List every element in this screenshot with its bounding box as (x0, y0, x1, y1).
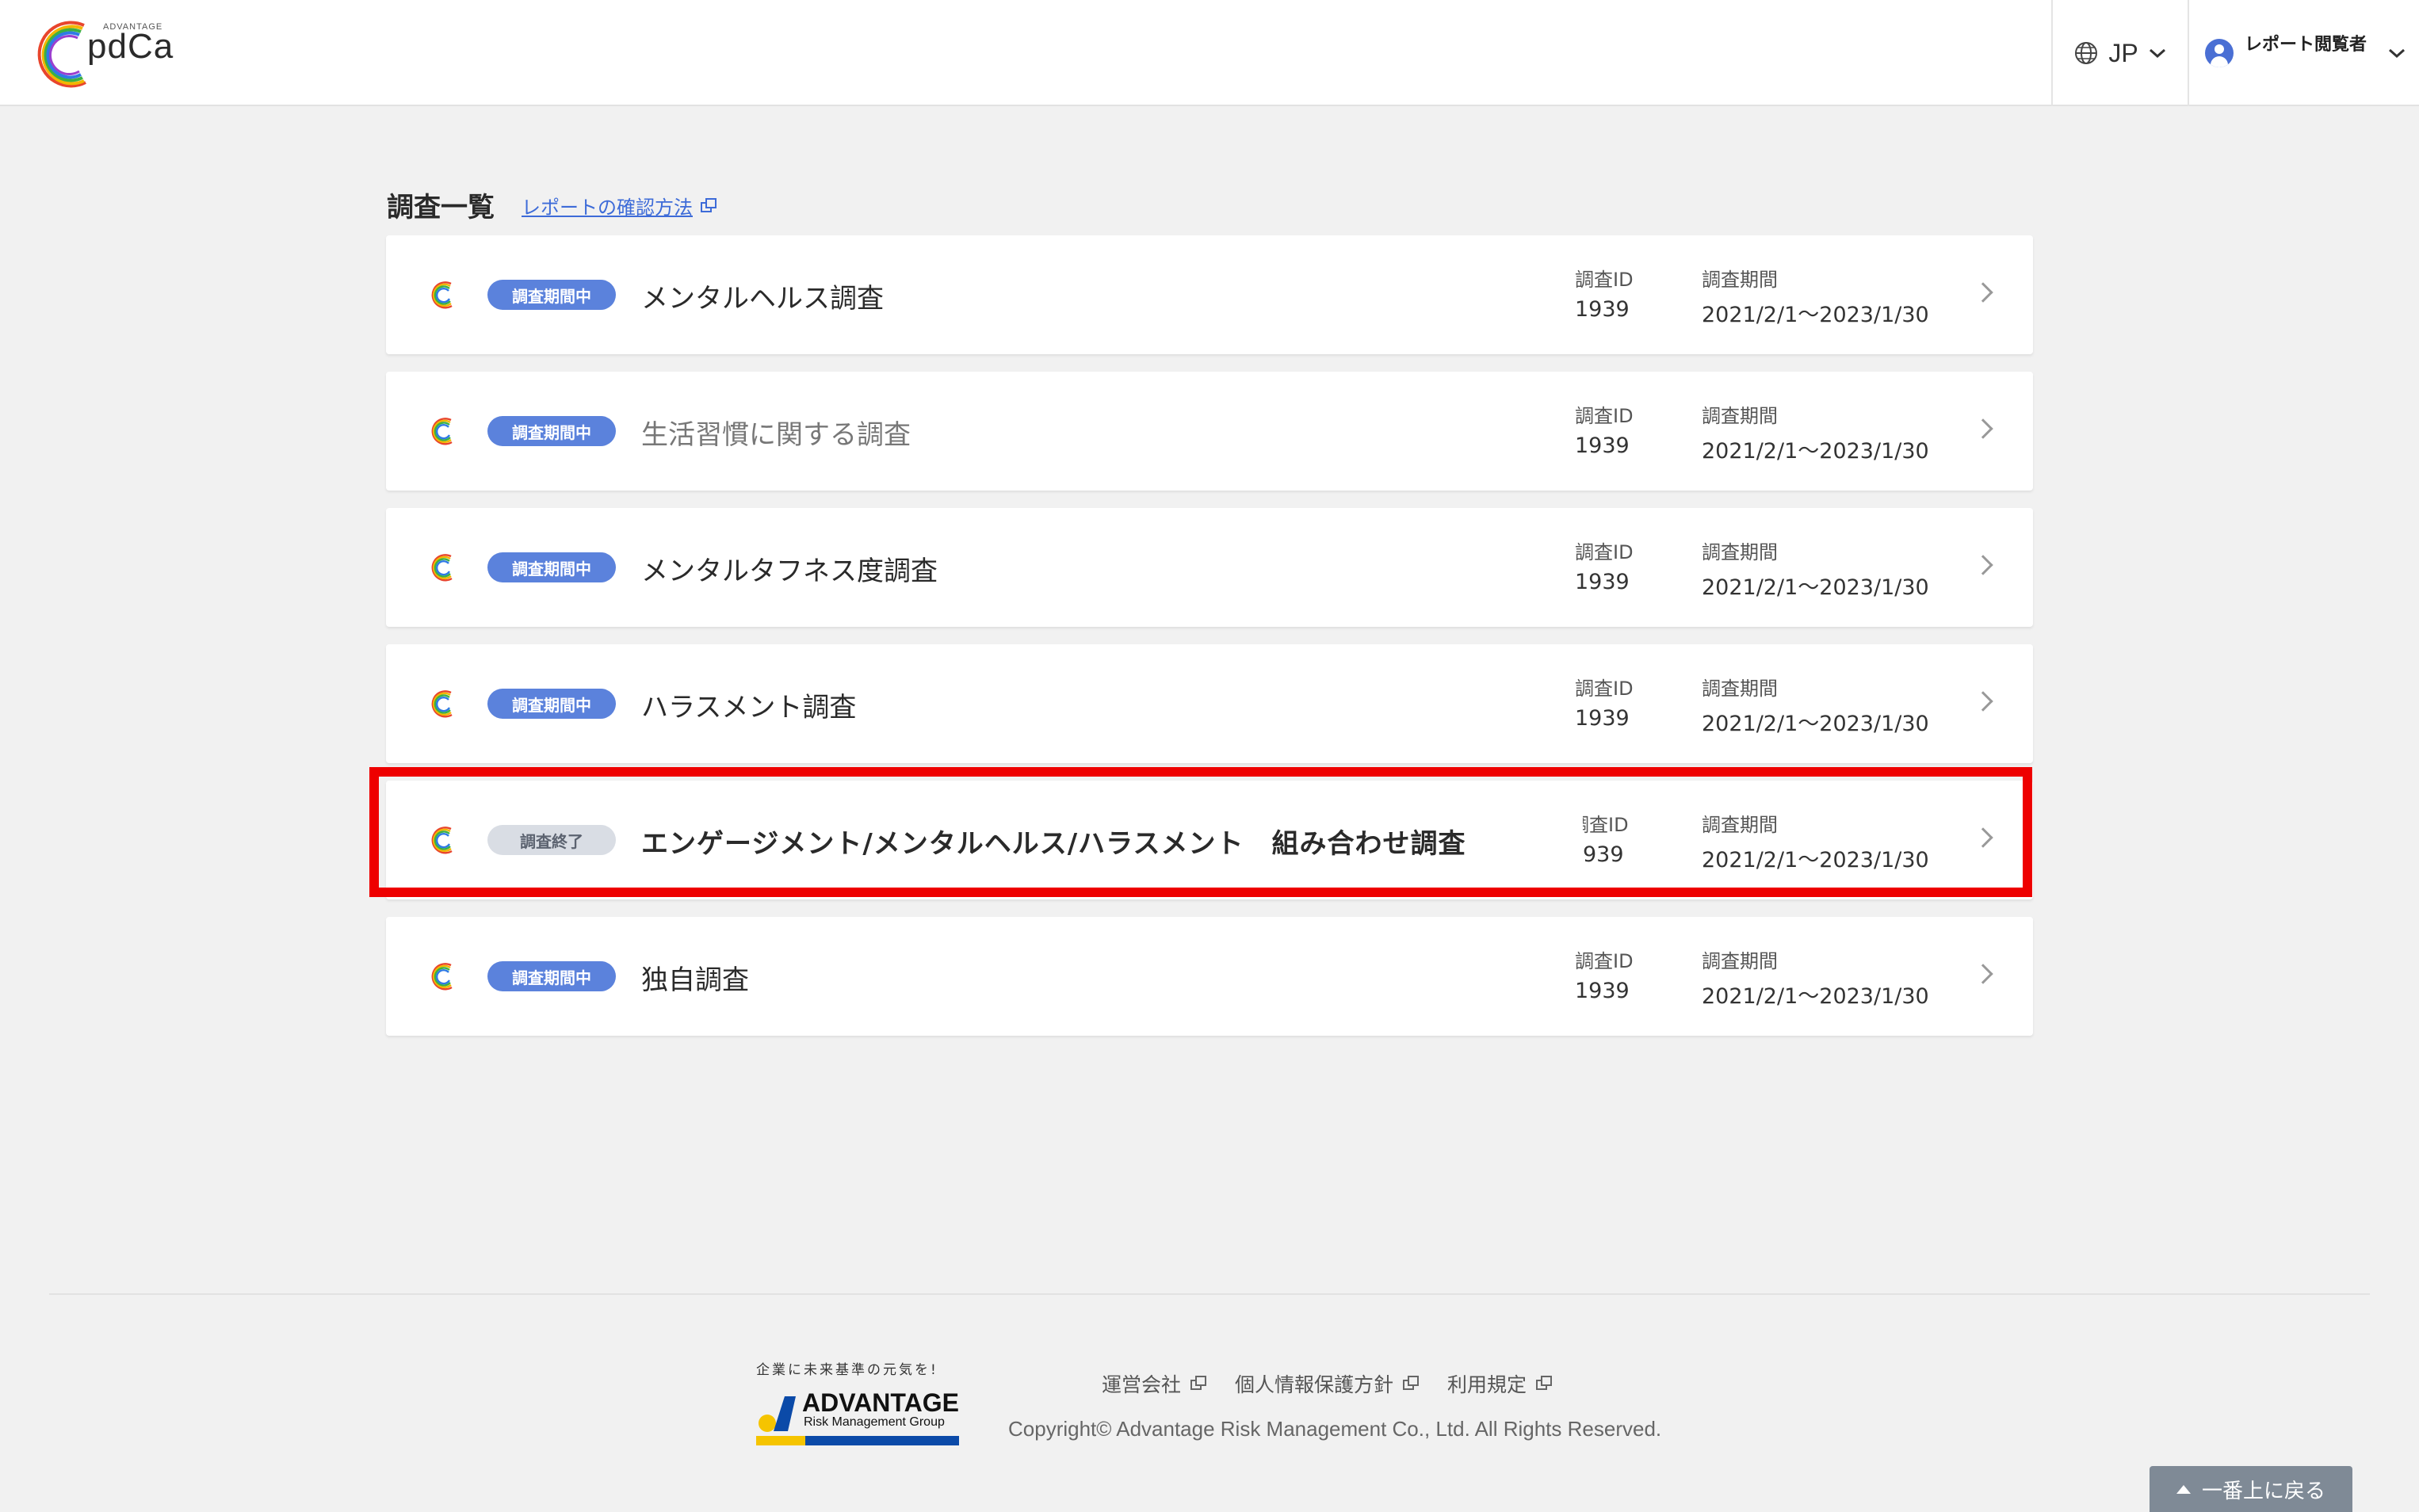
chevron-right-icon (1973, 691, 1993, 712)
survey-card[interactable]: 調査期間中 生活習慣に関する調査 調査ID 1939 調査期間 2021/2/1… (386, 372, 2033, 491)
survey-id-label: 調査ID (1575, 269, 1634, 291)
brand-bar-blue (805, 1436, 959, 1445)
copyright-text: Copyright© Advantage Risk Management Co.… (1008, 1417, 1662, 1441)
chevron-right-icon (1973, 282, 1993, 303)
footer-tagline: 企業に未来基準の元気を! (756, 1362, 938, 1378)
user-avatar-icon (2205, 39, 2234, 67)
survey-id-label: 調査ID (1575, 541, 1634, 563)
survey-card[interactable]: 調査期間中 メンタルタフネス度調査 調査ID 1939 調査期間 2021/2/… (386, 508, 2033, 627)
app-header: ADVANTAGE pdCa JP レポート閲覧者 (0, 0, 2419, 106)
survey-id-label: 調査ID (1575, 678, 1634, 700)
status-badge: 調査期間中 (487, 552, 616, 582)
chevron-right-icon (1973, 964, 1993, 984)
survey-period-label: 調査期間 (1702, 541, 1778, 563)
survey-title: 生活習慣に関する調査 (641, 419, 911, 451)
footer-link-privacy[interactable]: 個人情報保護方針 (1235, 1369, 1421, 1398)
page-title: 調査一覧 (387, 192, 495, 223)
survey-id-label: 調査ID (1570, 814, 1629, 836)
survey-card[interactable]: 調査期間中 ハラスメント調査 調査ID 1939 調査期間 2021/2/1～2… (386, 644, 2033, 763)
survey-period-value: 2021/2/1～2023/1/30 (1702, 575, 1929, 600)
survey-id-value: 1939 (1575, 433, 1630, 458)
survey-title: ハラスメント調査 (641, 692, 857, 724)
survey-logo-icon (431, 963, 453, 991)
survey-id-value: 1939 (1575, 979, 1630, 1003)
survey-period-label: 調査期間 (1702, 950, 1778, 972)
back-to-top-button[interactable]: 一番上に戻る (2150, 1466, 2352, 1512)
survey-period-label: 調査期間 (1702, 814, 1778, 836)
advantage-mark-icon (759, 1396, 796, 1432)
globe-icon (2075, 42, 2098, 64)
footer-link-company[interactable]: 運営会社 (1102, 1369, 1209, 1398)
survey-logo-icon (431, 554, 453, 582)
chevron-right-icon (1973, 555, 1993, 575)
language-label: JP (2108, 38, 2138, 67)
survey-period-value: 2021/2/1～2023/1/30 (1702, 439, 1929, 464)
external-link-icon (1536, 1376, 1554, 1392)
footer-brand-sub: Risk Management Group (804, 1415, 945, 1429)
survey-card[interactable]: 調査期間中 メンタルヘルス調査 調査ID 1939 調査期間 2021/2/1～… (386, 235, 2033, 354)
chevron-right-icon (1973, 827, 1993, 848)
survey-id-label: 調査ID (1575, 405, 1634, 427)
language-selector[interactable]: JP (2053, 0, 2188, 106)
survey-period-label: 調査期間 (1702, 678, 1778, 700)
survey-period-value: 2021/2/1～2023/1/30 (1702, 303, 1929, 327)
footer-link-label: 個人情報保護方針 (1235, 1373, 1394, 1396)
advantage-logo[interactable]: 企業に未来基準の元気を! ADVANTAGE Risk Management G… (756, 1358, 959, 1447)
survey-id-label: 調査ID (1575, 950, 1634, 972)
chevron-down-icon (2149, 48, 2165, 59)
user-role-label: レポート閲覧者 (2245, 35, 2367, 55)
survey-id-value: 939 (1583, 842, 1624, 867)
chevron-down-icon (2389, 48, 2406, 59)
survey-logo-icon (431, 690, 453, 718)
external-link-icon (1190, 1376, 1209, 1392)
footer-links: 運営会社 個人情報保護方針 利用規定 (1102, 1369, 1554, 1398)
survey-logo-icon (431, 418, 453, 445)
survey-period-value: 2021/2/1～2023/1/30 (1702, 712, 1929, 736)
logo-wordmark: pdCa (87, 27, 174, 66)
survey-period-label: 調査期間 (1702, 269, 1778, 291)
footer-brand: ADVANTAGE (802, 1388, 959, 1417)
survey-period-value: 2021/2/1～2023/1/30 (1702, 848, 1929, 872)
pdca-logo[interactable]: ADVANTAGE pdCa (36, 17, 187, 90)
survey-card[interactable]: 調査終了 エンゲージメント/メンタルヘルス/ハラスメント 組み合わせ調査 調査I… (386, 781, 2033, 899)
user-menu[interactable]: レポート閲覧者 (2189, 0, 2419, 106)
survey-id-value: 1939 (1575, 706, 1630, 731)
survey-period-value: 2021/2/1～2023/1/30 (1702, 984, 1929, 1009)
chevron-right-icon (1973, 418, 1993, 439)
status-badge: 調査期間中 (487, 961, 616, 991)
survey-title: メンタルタフネス度調査 (641, 556, 938, 587)
footer-link-terms[interactable]: 利用規定 (1447, 1369, 1554, 1398)
external-link-icon (1403, 1376, 1421, 1392)
survey-id-value: 1939 (1575, 570, 1630, 594)
status-badge: 調査期間中 (487, 689, 616, 719)
external-link-icon (701, 197, 718, 214)
footer-divider (49, 1293, 2370, 1295)
survey-period-label: 調査期間 (1702, 405, 1778, 427)
footer-link-label: 運営会社 (1102, 1373, 1182, 1396)
footer-link-label: 利用規定 (1447, 1373, 1527, 1396)
brand-bar-yellow (756, 1436, 805, 1445)
back-to-top-label: 一番上に戻る (2201, 1479, 2325, 1503)
survey-card[interactable]: 調査期間中 独自調査 調査ID 1939 調査期間 2021/2/1～2023/… (386, 917, 2033, 1036)
survey-id-value: 1939 (1575, 297, 1630, 322)
howto-link-label: レポートの確認方法 (522, 197, 693, 219)
survey-title: メンタルヘルス調査 (641, 283, 884, 315)
survey-title: エンゲージメント/メンタルヘルス/ハラスメント 組み合わせ調査 (641, 828, 1466, 860)
report-howto-link[interactable]: レポートの確認方法 (522, 192, 718, 220)
status-badge: 調査終了 (487, 825, 616, 855)
triangle-up-icon (2176, 1484, 2191, 1494)
survey-logo-icon (431, 827, 453, 854)
status-badge: 調査期間中 (487, 416, 616, 446)
status-badge: 調査期間中 (487, 280, 616, 310)
survey-logo-icon (431, 281, 453, 309)
survey-title: 独自調査 (641, 964, 749, 996)
